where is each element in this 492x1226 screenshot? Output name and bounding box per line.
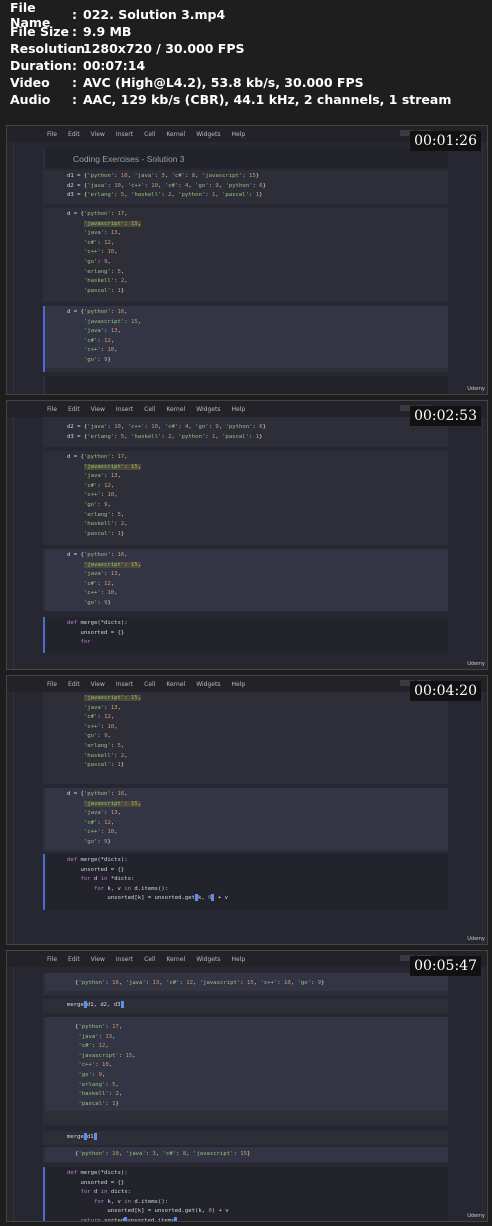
- output-cell: {'python': 17, 'java': 13, 'c#': 12, 'ja…: [43, 1017, 448, 1125]
- menu-item[interactable]: File: [47, 406, 57, 413]
- menu-item[interactable]: Insert: [116, 131, 133, 138]
- code-block: merge d1: [45, 1131, 448, 1145]
- menu-item[interactable]: View: [91, 406, 105, 413]
- menu-item[interactable]: View: [91, 681, 105, 688]
- info-key: Audio: [10, 92, 51, 107]
- menu-item[interactable]: Widgets: [196, 956, 220, 963]
- menu-item[interactable]: Kernel: [166, 681, 185, 688]
- menu-item[interactable]: Widgets: [196, 131, 220, 138]
- code-cell[interactable]: d1 = {'python': 10, 'java': 3, 'c#': 8, …: [43, 170, 448, 204]
- menu-item[interactable]: Help: [231, 681, 245, 688]
- menu-item[interactable]: Cell: [144, 406, 155, 413]
- udemy-logo: Udemy: [467, 661, 485, 667]
- video-frame: File Edit View Insert Cell Kernel Widget…: [6, 125, 488, 395]
- code-block: def merge(*dicts): unsorted = {} for: [67, 620, 128, 646]
- menu-item[interactable]: Insert: [116, 956, 133, 963]
- code-cell-editing[interactable]: def merge(*dicts): unsorted = {} for: [43, 617, 448, 653]
- menu-item[interactable]: Edit: [68, 131, 80, 138]
- code-cell[interactable]: d = {'python': 16, 'javascript': 15, 'ja…: [43, 788, 448, 852]
- code-block: d2 = {'java': 10, 'c++': 10, 'c#': 4, 'g…: [67, 424, 266, 440]
- menu-item[interactable]: View: [91, 956, 105, 963]
- menu-item[interactable]: Edit: [68, 406, 80, 413]
- code-cell-editing[interactable]: def merge(*dicts): unsorted = {} for d i…: [43, 1167, 448, 1221]
- udemy-logo: Udemy: [467, 1213, 485, 1219]
- menu-item[interactable]: Help: [231, 956, 245, 963]
- menu-item[interactable]: Kernel: [166, 406, 185, 413]
- menu-item[interactable]: Insert: [116, 406, 133, 413]
- menu-item[interactable]: Widgets: [196, 681, 220, 688]
- menu-item[interactable]: File: [47, 681, 57, 688]
- video-frame: File Edit View Insert Cell Kernel Widget…: [6, 950, 488, 1222]
- info-key: Duration: [10, 58, 72, 73]
- code-block: d = {'python': 16, 'javascript': 15, 'ja…: [45, 549, 448, 611]
- info-value: 022. Solution 3.mp4: [83, 7, 226, 22]
- code-block: def merge(*dicts): unsorted = {} for d i…: [67, 857, 228, 902]
- code-cell-selected[interactable]: d = {'python': 16, 'javascript': 15, 'ja…: [43, 306, 448, 372]
- empty-cell[interactable]: [43, 376, 448, 394]
- menu-item[interactable]: Kernel: [166, 956, 185, 963]
- output-cell: {'python': 16, 'java': 13, 'c#': 12, 'ja…: [43, 973, 448, 995]
- code-block: d1 = {'python': 10, 'java': 3, 'c#': 8, …: [67, 173, 266, 199]
- menu-item[interactable]: Cell: [144, 956, 155, 963]
- code-output: {'python': 16, 'java': 13, 'c#': 12, 'ja…: [45, 973, 448, 991]
- code-block: d = {'python': 17, 'javascript': 15, 'ja…: [67, 211, 142, 294]
- menu-item[interactable]: Kernel: [166, 131, 185, 138]
- menu-item[interactable]: Cell: [144, 131, 155, 138]
- code-block: d = {'python': 16, 'javascript': 15, 'ja…: [45, 306, 448, 368]
- info-key: File Size: [10, 24, 69, 39]
- info-row: File Size:9.9 MB: [10, 24, 132, 39]
- info-value: AVC (High@L4.2), 53.8 kb/s, 30.000 FPS: [83, 75, 364, 90]
- menu-item[interactable]: File: [47, 956, 57, 963]
- timestamp: 00:05:47: [410, 956, 481, 976]
- code-cell[interactable]: d = {'python': 16, 'javascript': 15, 'ja…: [43, 549, 448, 611]
- code-block: def merge(*dicts): unsorted = {} for d i…: [67, 1170, 229, 1222]
- file-info: File Name:022. Solution 3.mp4 File Size:…: [10, 0, 490, 108]
- code-cell[interactable]: merge d1, d2, d3: [43, 999, 448, 1013]
- info-key: Resolution: [10, 41, 86, 56]
- notebook-heading: Coding Exercises - Solution 3: [73, 154, 185, 164]
- info-value: 00:07:14: [83, 58, 146, 73]
- menu-item[interactable]: File: [47, 131, 57, 138]
- markdown-cell[interactable]: Coding Exercises - Solution 3: [43, 148, 448, 168]
- menu-item[interactable]: Cell: [144, 681, 155, 688]
- code-cell[interactable]: d = {'python': 17, 'javascript': 15, 'ja…: [43, 451, 448, 545]
- udemy-logo: Udemy: [467, 936, 485, 942]
- video-frame: File Edit View Insert Cell Kernel Widget…: [6, 675, 488, 945]
- code-cell[interactable]: merge d1: [43, 1131, 448, 1145]
- info-key: Video: [10, 75, 50, 90]
- menu-item[interactable]: Edit: [68, 956, 80, 963]
- info-row: Video: AVC (High@L4.2), 53.8 kb/s, 30.000…: [10, 75, 364, 90]
- menu-item[interactable]: Widgets: [196, 406, 220, 413]
- menu-item[interactable]: View: [91, 131, 105, 138]
- info-row: Resolution:1280x720 / 30.000 FPS: [10, 41, 245, 56]
- menu-item[interactable]: Help: [231, 406, 245, 413]
- timestamp: 00:04:20: [410, 681, 481, 701]
- code-block: d = {'python': 17, 'javascript': 15, 'ja…: [67, 454, 142, 537]
- info-row: File Name:022. Solution 3.mp4: [10, 0, 226, 30]
- info-value: 9.9 MB: [83, 24, 132, 39]
- info-value: 1280x720 / 30.000 FPS: [83, 41, 245, 56]
- menu-item[interactable]: Help: [231, 131, 245, 138]
- code-block: d = {'python': 16, 'javascript': 15, 'ja…: [45, 788, 448, 850]
- udemy-logo: Udemy: [467, 386, 485, 392]
- output-cell: {'python': 10, 'java': 3, 'c#': 8, 'java…: [43, 1147, 448, 1163]
- info-row: Audio: AAC, 129 kb/s (CBR), 44.1 kHz, 2 c…: [10, 92, 452, 107]
- timestamp: 00:02:53: [410, 406, 481, 426]
- menu-item[interactable]: Insert: [116, 681, 133, 688]
- timestamp: 00:01:26: [410, 131, 481, 151]
- menu-item[interactable]: Edit: [68, 681, 80, 688]
- code-cell[interactable]: 'javascript': 15, 'java': 13, 'c#': 12, …: [43, 692, 448, 784]
- info-row: Duration:00:07:14: [10, 58, 146, 73]
- code-cell-editing[interactable]: def merge(*dicts): unsorted = {} for d i…: [43, 854, 448, 910]
- code-output: {'python': 17, 'java': 13, 'c#': 12, 'ja…: [45, 1017, 448, 1112]
- code-block: merge d1, d2, d3: [45, 999, 448, 1013]
- code-block: 'javascript': 15, 'java': 13, 'c#': 12, …: [83, 695, 142, 769]
- info-value: AAC, 129 kb/s (CBR), 44.1 kHz, 2 channel…: [83, 92, 452, 107]
- code-output: {'python': 10, 'java': 3, 'c#': 8, 'java…: [45, 1147, 448, 1162]
- video-frame: File Edit View Insert Cell Kernel Widget…: [6, 400, 488, 670]
- code-cell[interactable]: d = {'python': 17, 'javascript': 15, 'ja…: [43, 208, 448, 302]
- code-cell[interactable]: d2 = {'java': 10, 'c++': 10, 'c#': 4, 'g…: [43, 417, 448, 447]
